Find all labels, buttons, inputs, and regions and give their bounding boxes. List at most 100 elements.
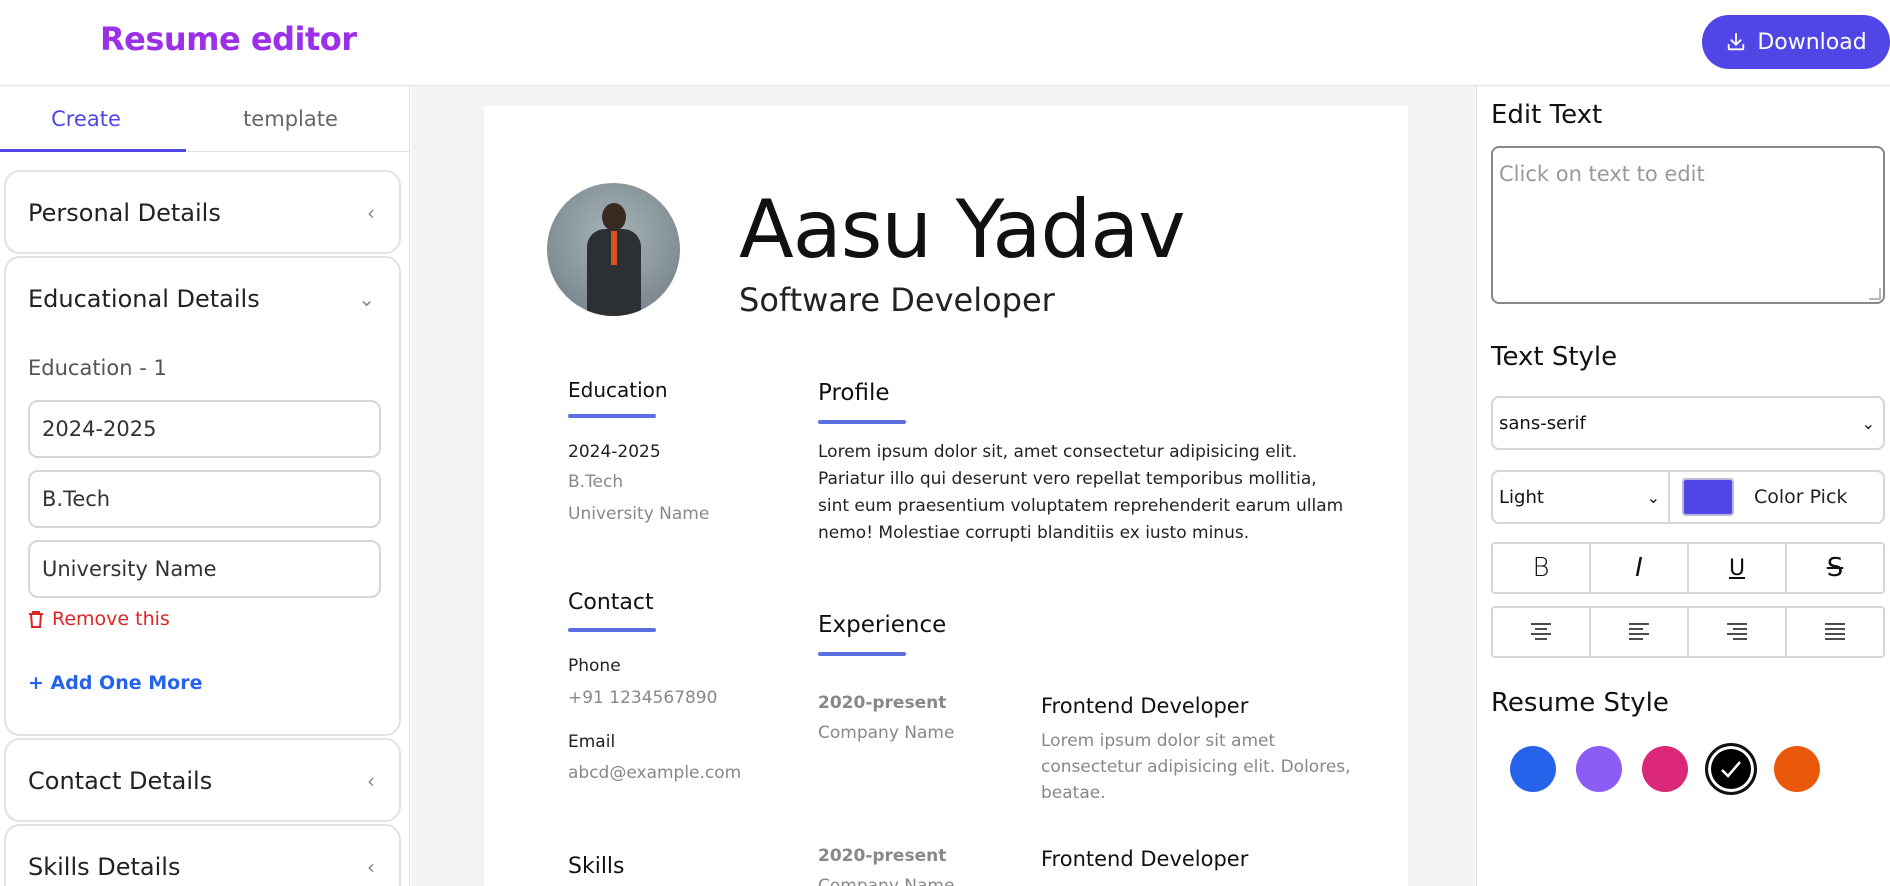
experience-job-title[interactable]: Frontend Developer bbox=[1041, 694, 1248, 718]
color-picker[interactable]: Color Pick bbox=[1668, 470, 1885, 524]
underline-button[interactable]: U bbox=[1689, 544, 1787, 592]
download-button[interactable]: Download bbox=[1702, 15, 1890, 69]
align-justify-icon bbox=[1825, 623, 1845, 640]
skills-details-section[interactable]: Skills Details ‹ bbox=[4, 824, 401, 886]
align-center-icon bbox=[1531, 623, 1551, 640]
resume-style-color-option[interactable] bbox=[1510, 746, 1556, 792]
resume-style-color-option[interactable] bbox=[1642, 746, 1688, 792]
contact-heading[interactable]: Contact bbox=[568, 590, 654, 615]
skills-heading[interactable]: Skills bbox=[568, 854, 625, 879]
education-year-input[interactable]: 2024-2025 bbox=[28, 400, 381, 458]
chevron-down-icon: ⌄ bbox=[1646, 487, 1660, 507]
italic-button[interactable]: I bbox=[1591, 544, 1689, 592]
resume-role[interactable]: Software Developer bbox=[739, 281, 1055, 319]
experience-period[interactable]: 2020-present bbox=[818, 693, 946, 713]
chevron-left-icon: ‹ bbox=[367, 201, 375, 225]
education-university-input[interactable]: University Name bbox=[28, 540, 381, 598]
experience-desc-line: beatae. bbox=[1041, 783, 1106, 803]
chevron-down-icon: ⌄ bbox=[1861, 413, 1875, 433]
underline-label: U bbox=[1728, 555, 1746, 581]
add-education-button[interactable]: + Add One More bbox=[28, 672, 202, 694]
resume-paper: Aasu Yadav Software Developer Education … bbox=[484, 106, 1408, 886]
bold-button[interactable]: B bbox=[1493, 544, 1591, 592]
resume-canvas: Aasu Yadav Software Developer Education … bbox=[411, 86, 1475, 886]
sidebar-tabs: Create template bbox=[0, 86, 409, 152]
chevron-left-icon: ‹ bbox=[367, 855, 375, 879]
experience-company[interactable]: Company Name bbox=[818, 723, 954, 743]
font-weight-select[interactable]: Light ⌄ bbox=[1491, 470, 1670, 524]
experience-desc-line: consectetur adipisicing elit. Dolores, bbox=[1041, 757, 1351, 777]
font-family-select[interactable]: sans-serif ⌄ bbox=[1491, 396, 1885, 450]
experience-period[interactable]: 2020-present bbox=[818, 846, 946, 866]
photo-person-tie bbox=[611, 231, 617, 265]
remove-education-button[interactable]: Remove this bbox=[28, 608, 170, 630]
strikethrough-label: S bbox=[1826, 553, 1844, 583]
color-swatch[interactable] bbox=[1682, 478, 1734, 516]
style-panel: Edit Text Click on text to edit Text Sty… bbox=[1476, 86, 1890, 886]
resume-education-university[interactable]: University Name bbox=[568, 504, 709, 524]
text-style-heading: Text Style bbox=[1491, 342, 1618, 372]
profile-text[interactable]: Lorem ipsum dolor sit, amet consectetur … bbox=[818, 439, 1343, 547]
resume-name[interactable]: Aasu Yadav bbox=[739, 183, 1186, 276]
profile-photo[interactable] bbox=[547, 183, 680, 316]
align-justify-button[interactable] bbox=[1787, 608, 1883, 656]
education-entry-label: Education - 1 bbox=[28, 356, 167, 380]
strikethrough-button[interactable]: S bbox=[1787, 544, 1883, 592]
italic-label: I bbox=[1635, 553, 1643, 583]
resume-style-color-option[interactable] bbox=[1576, 746, 1622, 792]
resume-education-degree[interactable]: B.Tech bbox=[568, 472, 623, 492]
tab-template[interactable]: template bbox=[172, 86, 409, 152]
profile-line: Lorem ipsum dolor sit, amet consectetur … bbox=[818, 442, 1298, 462]
personal-details-header[interactable]: Personal Details ‹ bbox=[6, 172, 399, 254]
align-center-button[interactable] bbox=[1493, 608, 1591, 656]
font-weight-value: Light bbox=[1499, 486, 1544, 508]
edit-text-heading: Edit Text bbox=[1491, 100, 1603, 130]
profile-heading[interactable]: Profile bbox=[818, 380, 890, 406]
chevron-down-icon: ⌄ bbox=[358, 287, 375, 311]
contact-details-header[interactable]: Contact Details ‹ bbox=[6, 740, 399, 822]
skills-details-header[interactable]: Skills Details ‹ bbox=[6, 826, 399, 886]
resize-handle-icon[interactable] bbox=[1869, 288, 1881, 300]
color-pick-label: Color Pick bbox=[1754, 486, 1848, 508]
education-heading[interactable]: Education bbox=[568, 378, 668, 402]
active-tab-indicator bbox=[0, 149, 186, 152]
resume-style-color-option[interactable] bbox=[1774, 746, 1820, 792]
experience-company[interactable]: Company Name bbox=[818, 876, 954, 886]
bold-label: B bbox=[1532, 553, 1550, 583]
edit-text-area[interactable]: Click on text to edit bbox=[1491, 146, 1885, 304]
profile-line: Pariatur illo qui deserunt vero repellat… bbox=[818, 469, 1317, 489]
experience-description[interactable]: Lorem ipsum dolor sit amet consectetur a… bbox=[1041, 728, 1351, 806]
resume-style-heading: Resume Style bbox=[1491, 688, 1669, 718]
resume-education-year[interactable]: 2024-2025 bbox=[568, 442, 661, 462]
phone-label[interactable]: Phone bbox=[568, 656, 621, 676]
experience-heading[interactable]: Experience bbox=[818, 612, 946, 638]
resume-style-color-option[interactable] bbox=[1705, 743, 1757, 795]
phone-value[interactable]: +91 1234567890 bbox=[568, 688, 717, 708]
skills-details-label: Skills Details bbox=[28, 853, 181, 881]
tab-create[interactable]: Create bbox=[0, 86, 172, 152]
align-right-button[interactable] bbox=[1689, 608, 1787, 656]
chevron-left-icon: ‹ bbox=[367, 769, 375, 793]
app-header: Resume editor Download bbox=[0, 0, 1890, 86]
email-label[interactable]: Email bbox=[568, 732, 615, 752]
download-label: Download bbox=[1757, 29, 1867, 55]
photo-person-head bbox=[602, 203, 626, 231]
profile-line: nemo! Molestiae corrupti blanditiis ex i… bbox=[818, 523, 1250, 543]
align-left-icon bbox=[1629, 623, 1649, 640]
align-right-icon bbox=[1727, 623, 1747, 640]
education-degree-input[interactable]: B.Tech bbox=[28, 470, 381, 528]
experience-desc-line: Lorem ipsum dolor sit amet bbox=[1041, 731, 1276, 751]
experience-underline bbox=[818, 652, 906, 656]
educational-details-header[interactable]: Educational Details ⌄ bbox=[6, 258, 399, 340]
align-left-button[interactable] bbox=[1591, 608, 1689, 656]
format-toolbar: B I U S bbox=[1491, 542, 1885, 594]
checkmark-icon bbox=[1721, 761, 1741, 778]
contact-details-label: Contact Details bbox=[28, 767, 213, 795]
contact-details-section[interactable]: Contact Details ‹ bbox=[4, 738, 401, 822]
editor-sidebar: Create template Personal Details ‹ Educa… bbox=[0, 86, 410, 886]
personal-details-section[interactable]: Personal Details ‹ bbox=[4, 170, 401, 254]
email-value[interactable]: abcd@example.com bbox=[568, 763, 741, 783]
align-toolbar bbox=[1491, 606, 1885, 658]
experience-job-title[interactable]: Frontend Developer bbox=[1041, 847, 1248, 871]
educational-details-label: Educational Details bbox=[28, 285, 260, 313]
